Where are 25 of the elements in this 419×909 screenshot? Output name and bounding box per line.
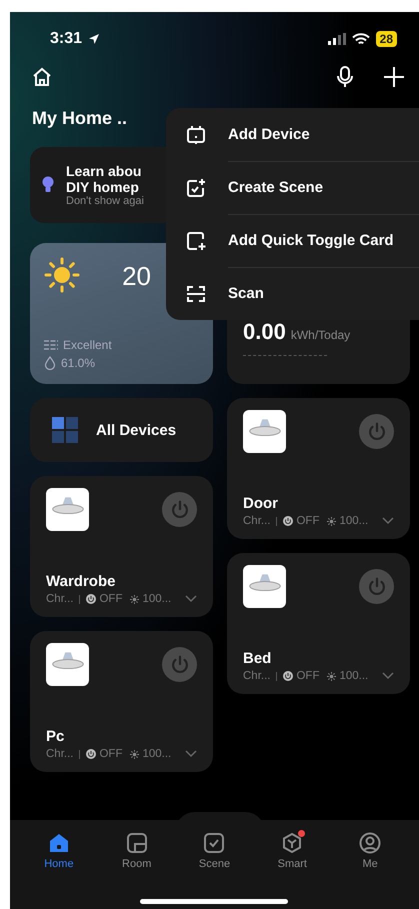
device-name: Pc — [46, 728, 66, 745]
device-model: Chr... — [243, 670, 270, 682]
energy-value: 0.00 — [243, 319, 286, 345]
brightness-value: 100... — [339, 515, 368, 527]
device-name: Wardrobe — [46, 573, 116, 590]
humidity: 61.0% — [61, 355, 96, 372]
tip-title: Learn abou DIY homep — [66, 163, 142, 195]
power-status: OFF — [99, 748, 122, 760]
device-model: Chr... — [243, 515, 270, 527]
temperature: 20 — [122, 261, 151, 292]
brightness-value: 100... — [142, 593, 172, 605]
device-name: Door — [243, 495, 279, 512]
energy-unit: kWh/Today — [290, 328, 350, 342]
all-devices-label: All Devices — [96, 422, 176, 438]
brightness-value: 100... — [142, 748, 172, 760]
device-model: Chr... — [46, 748, 74, 760]
power-status: OFF — [99, 593, 122, 605]
status-time: 3:31 — [50, 30, 82, 48]
power-status: OFF — [296, 515, 320, 527]
battery-level: 28 — [376, 31, 397, 47]
device-model: Chr... — [46, 593, 74, 605]
device-name: Bed — [243, 650, 272, 667]
brightness-value: 100... — [339, 670, 368, 682]
power-status: OFF — [296, 670, 320, 682]
air-quality: Excellent — [63, 337, 112, 354]
